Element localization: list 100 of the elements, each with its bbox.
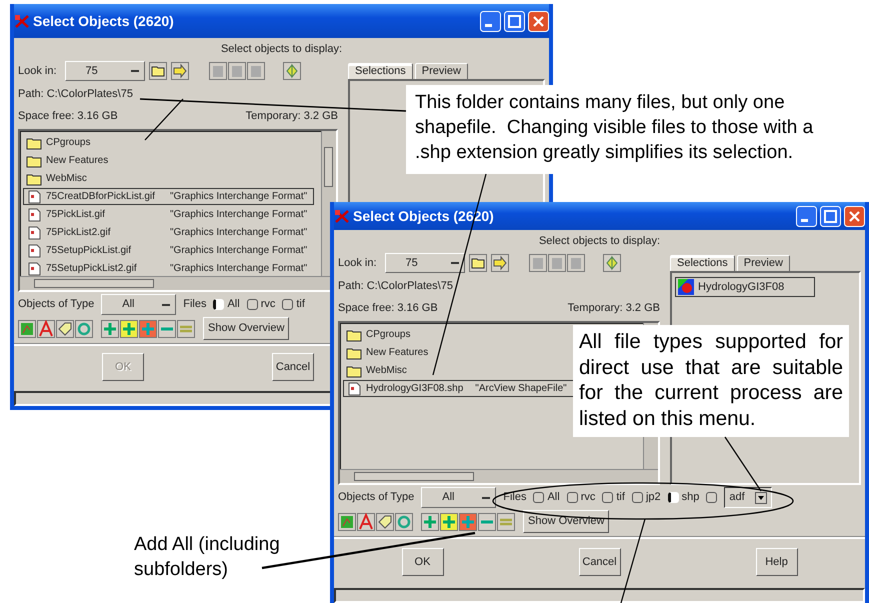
arrow-icon[interactable] (170, 62, 189, 80)
horizontal-scrollbar[interactable] (340, 468, 658, 482)
file-list-item[interactable]: 75PickList2.gif "Graphics Interchange Format" (23, 224, 314, 241)
file-list-item[interactable]: New Features (23, 152, 116, 169)
objects-of-type-dropdown[interactable]: All (101, 294, 176, 315)
refresh-icon[interactable] (395, 512, 413, 530)
plus-icon[interactable] (459, 512, 477, 530)
look-in-dropdown[interactable]: 75 (64, 60, 145, 81)
folder-icon (346, 328, 362, 342)
selection-item[interactable]: HydrologyGI3F08 (675, 276, 816, 298)
objects-of-type-label: Objects of Type (18, 297, 94, 312)
dialog-button[interactable]: Cancel (272, 352, 314, 381)
page-icon[interactable] (208, 62, 227, 80)
callout-label: Add All (including subfolders) (134, 533, 281, 582)
file-list-item[interactable]: 75CreatDBforPickList.gif "Graphics Interchange Format" (23, 188, 314, 205)
callout-tooltip: All file types supported for direct use that are suitable for the current process are listed on this menu. (573, 325, 849, 437)
tab[interactable]: Preview (414, 62, 468, 79)
maximize-icon[interactable] (504, 10, 525, 32)
look-in-dropdown[interactable]: 75 (384, 252, 465, 273)
file-list-item[interactable]: New Features (343, 344, 436, 361)
page-icon[interactable] (528, 254, 547, 272)
radio-option[interactable]: jp2 (632, 489, 661, 506)
file-icon (26, 208, 42, 222)
refresh-icon[interactable] (75, 320, 93, 338)
tag-icon[interactable] (376, 512, 394, 530)
objects-of-type-dropdown[interactable]: All (421, 487, 496, 508)
files-label: Files (183, 297, 206, 312)
dialog-button[interactable]: OK (402, 548, 444, 576)
file-icon (26, 244, 42, 258)
page-icon[interactable] (548, 254, 566, 272)
dialog-heading: Select objects to display: (538, 234, 662, 249)
folder-icon (26, 136, 42, 150)
letter-icon[interactable] (37, 320, 55, 338)
maximize-icon[interactable] (820, 206, 841, 226)
folder-icon (346, 364, 362, 378)
plus-icon[interactable] (421, 512, 439, 530)
radio-option[interactable]: tif (602, 489, 625, 506)
temporary-text: Temporary: 3.2 GB (246, 108, 338, 124)
map-icon[interactable] (338, 512, 356, 530)
tag-icon[interactable] (56, 320, 74, 338)
arrows-icon[interactable] (602, 254, 621, 272)
folder-icon (26, 172, 42, 186)
file-list-item[interactable]: WebMisc (23, 170, 94, 187)
arrow-icon[interactable] (490, 254, 509, 272)
tab[interactable]: Selections (670, 254, 735, 271)
show-overview-button[interactable]: Show Overview (523, 510, 610, 533)
equals-icon[interactable] (177, 320, 195, 338)
close-icon[interactable] (844, 206, 865, 226)
tab[interactable]: Preview (736, 254, 790, 271)
equals-icon[interactable] (497, 512, 515, 530)
app-icon (14, 14, 30, 28)
dropdown-icon (755, 492, 768, 504)
minimize-icon[interactable] (796, 206, 817, 226)
path-text: Path: C:\ColorPlates\75 (18, 87, 133, 102)
file-list-item[interactable]: WebMisc (343, 362, 414, 379)
objects-of-type-label: Objects of Type (338, 490, 414, 506)
file-list-item[interactable]: 75SetupPickList.gif "Graphics Interchange Format" (23, 242, 314, 259)
file-list-item[interactable]: 75PickList.gif "Graphics Interchange Format" (23, 206, 314, 223)
dialog-button[interactable]: Cancel (578, 548, 620, 576)
file-list-item[interactable]: CPgroups (343, 326, 418, 343)
radio-button[interactable] (706, 492, 718, 503)
plus-icon[interactable] (120, 320, 138, 338)
folder-icon[interactable] (468, 254, 487, 272)
file-list-item[interactable]: 75SetupPickList2.gif "Graphics Interchange Format" (23, 260, 314, 276)
space-free-text: Space free: 3.16 GB (338, 300, 438, 316)
file-icon (346, 382, 362, 396)
dialog-button[interactable]: Help (756, 548, 798, 576)
plus-icon[interactable] (101, 320, 119, 338)
look-in-label: Look in: (338, 256, 377, 270)
app-icon (334, 208, 350, 224)
minimize-icon[interactable] (480, 10, 501, 32)
plus-icon[interactable] (139, 320, 157, 338)
window-title: Select Objects (2620) (33, 12, 175, 31)
file-icon (26, 262, 42, 276)
folder-icon[interactable] (148, 62, 167, 80)
radio-option[interactable]: rvc (246, 296, 276, 313)
page-icon[interactable] (228, 62, 246, 80)
radio-option[interactable]: All (533, 489, 560, 506)
temporary-text: Temporary: 3.2 GB (568, 300, 660, 316)
file-type-dropdown[interactable]: adf (724, 487, 772, 508)
page-icon[interactable] (566, 254, 585, 272)
tab[interactable]: Selections (348, 62, 413, 79)
plus-icon[interactable] (440, 512, 458, 530)
leader-line (724, 436, 762, 492)
radio-option[interactable]: All (213, 296, 240, 313)
arrows-icon[interactable] (282, 62, 301, 80)
close-icon[interactable] (528, 10, 549, 32)
folder-icon (26, 154, 42, 168)
radio-option[interactable]: rvc (566, 489, 596, 506)
show-overview-button[interactable]: Show Overview (203, 317, 290, 340)
radio-option[interactable]: tif (282, 296, 305, 313)
minus-icon[interactable] (478, 512, 496, 530)
file-icon (26, 226, 42, 240)
letter-icon[interactable] (357, 512, 375, 530)
file-list-item[interactable]: CPgroups (23, 134, 98, 151)
minus-icon[interactable] (158, 320, 176, 338)
file-list-item[interactable]: HydrologyGI3F08.shp "ArcView ShapeFile" (343, 380, 574, 397)
page-icon[interactable] (246, 62, 265, 80)
map-icon[interactable] (18, 320, 36, 338)
radio-option[interactable]: shp (668, 489, 700, 506)
